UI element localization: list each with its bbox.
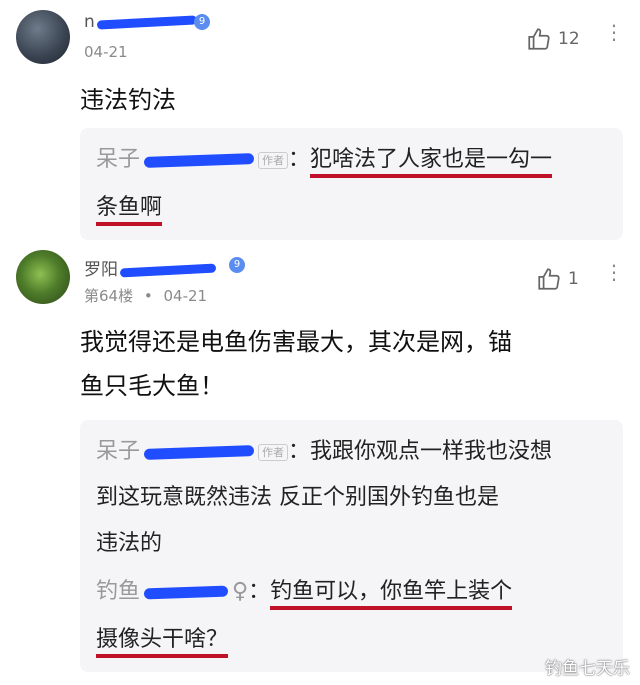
reply-text: 犯啥法了人家也是一勾一 (310, 147, 553, 178)
reply-author[interactable]: 呆子 (96, 147, 140, 172)
comment-date: 04-21 (163, 287, 208, 305)
comment-text: 违法钓法 (80, 86, 176, 114)
reply-item-continued: 条鱼啊 (96, 188, 607, 228)
comment-meta: 第64楼 • 04-21 (84, 287, 208, 305)
like-button[interactable]: 12 (526, 26, 580, 52)
thumbs-up-icon (528, 28, 550, 50)
more-vertical-icon[interactable]: ⋮ (604, 22, 624, 42)
redaction-mark (143, 152, 255, 168)
avatar[interactable] (16, 250, 70, 304)
reply-item-continued: 到这玩意既然违法 反正个别国外钓鱼也是 (96, 478, 607, 518)
reply-item: 钓鱼 ♀：钓鱼可以，你鱼竿上装个 (96, 572, 607, 612)
reply-author[interactable]: 钓鱼 (96, 579, 140, 604)
reply-text: 条鱼啊 (96, 195, 163, 226)
reply-text: 到这玩意既然违法 反正个别国外钓鱼也是 (96, 485, 499, 510)
reply-item-continued: 摄像头干啥？ (96, 620, 607, 660)
comment-text: 鱼只毛大鱼！ (80, 372, 224, 400)
author-tag: 作者 (258, 151, 289, 169)
reply-text: 摄像头干啥？ (96, 627, 229, 658)
reply-text: 钓鱼可以，你鱼竿上装个 (270, 579, 513, 610)
redaction-mark (143, 585, 229, 599)
reply-author[interactable]: 呆子 (96, 439, 140, 464)
avatar[interactable] (16, 10, 70, 64)
watermark: 钓鱼七天乐 (545, 659, 630, 679)
reply-item-continued: 违法的 (96, 524, 607, 564)
level-badge: 9 (229, 257, 245, 273)
reply-item: 呆子 作者 ：犯啥法了人家也是一勾一 (96, 140, 607, 180)
like-button[interactable]: 1 (536, 266, 579, 292)
thumbs-up-icon (538, 268, 560, 290)
like-count: 1 (568, 269, 579, 289)
reply-text: 我跟你观点一样我也没想 (310, 439, 553, 464)
redaction-mark (96, 14, 197, 30)
redaction-mark (143, 444, 255, 460)
comment-text: 我觉得还是电鱼伤害最大，其次是网，锚 (80, 328, 512, 356)
reply-box[interactable]: 呆子 作者 ：犯啥法了人家也是一勾一 条鱼啊 (80, 128, 623, 240)
more-vertical-icon[interactable]: ⋮ (604, 262, 624, 282)
like-count: 12 (558, 29, 580, 49)
username[interactable]: 罗阳 (84, 255, 217, 280)
reply-text: 违法的 (96, 531, 163, 556)
reply-item: 呆子 作者 ：我跟你观点一样我也没想 (96, 439, 553, 464)
reply-box[interactable]: 呆子 作者 ：我跟你观点一样我也没想 到这玩意既然违法 反正个别国外钓鱼也是 违法的… (80, 420, 623, 672)
author-tag: 作者 (258, 443, 289, 461)
comment-date: 04-21 (84, 43, 128, 61)
floor-number: 第64楼 (84, 287, 134, 305)
comment-item: 罗阳 9 第64楼 • 04-21 1 ⋮ 我觉得还是电鱼伤害最大，其次是网，锚… (0, 240, 640, 685)
comment-item: n 9 04-21 12 ⋮ 违法钓法 呆子 作者 ：犯啥法了人家也是一勾一 条鱼啊 (0, 0, 640, 240)
level-badge: 9 (194, 14, 210, 30)
username[interactable]: n (84, 12, 197, 32)
redaction-mark (119, 262, 217, 278)
